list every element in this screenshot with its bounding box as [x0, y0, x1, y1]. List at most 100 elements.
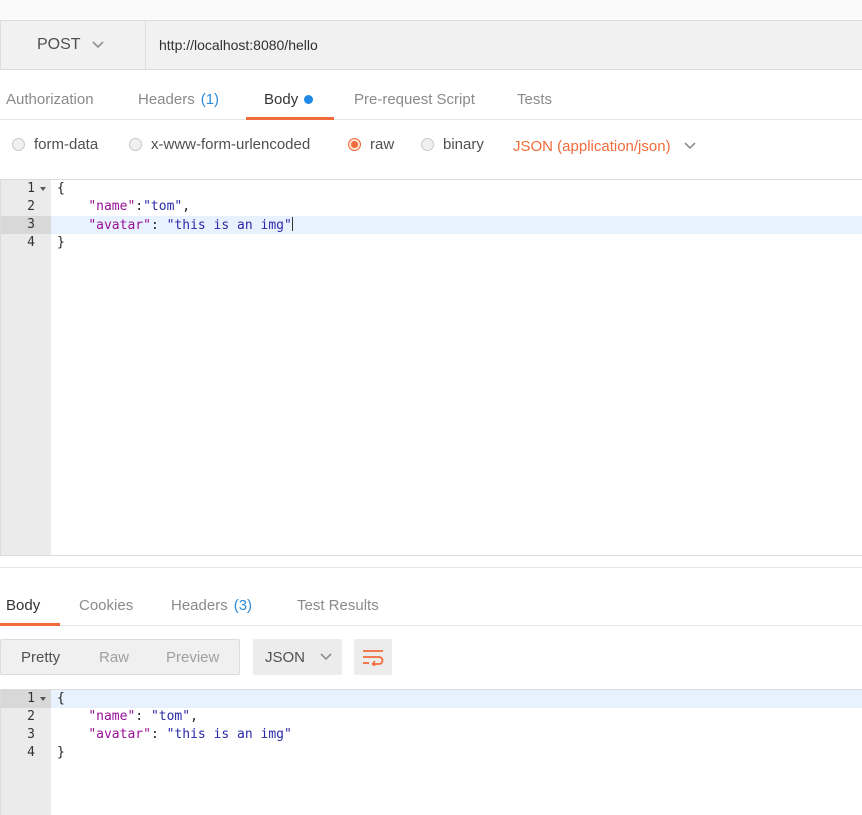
json-colon: :	[135, 199, 144, 214]
line-number: 4	[27, 235, 35, 250]
code-text: "name":"tom",	[57, 199, 190, 214]
tab-label: Pre-request Script	[354, 91, 475, 108]
tab-label: Test Results	[297, 596, 379, 614]
json-key: "name"	[88, 199, 136, 214]
json-colon: :	[150, 727, 167, 742]
code-text: }	[57, 745, 65, 760]
view-raw-button[interactable]: Raw	[99, 649, 129, 666]
fold-arrow-icon[interactable]	[40, 697, 46, 701]
tab-headers[interactable]: Headers (1)	[138, 80, 219, 119]
json-comma: ,	[190, 709, 198, 724]
request-tabs: Authorization Headers (1) Body Pre-reque…	[0, 80, 862, 120]
radio-circle-icon	[129, 137, 142, 151]
radio-raw[interactable]: raw	[348, 121, 394, 167]
format-label: JSON	[265, 648, 306, 666]
tab-label: Authorization	[6, 91, 94, 108]
radio-form-data[interactable]: form-data	[12, 121, 98, 167]
radio-label: form-data	[34, 135, 99, 153]
chevron-down-icon	[320, 653, 332, 661]
radio-binary[interactable]: binary	[421, 121, 484, 167]
radio-circle-icon	[421, 137, 434, 151]
json-key: "avatar"	[88, 218, 151, 233]
top-strip	[0, 0, 862, 20]
code-line: 2 "name": "tom",	[1, 708, 862, 726]
tab-tests[interactable]: Tests	[517, 80, 552, 119]
radio-label: x-www-form-urlencoded	[151, 135, 311, 153]
format-dropdown[interactable]: JSON	[253, 639, 342, 675]
code-text: }	[57, 235, 65, 250]
code-line: 3 "avatar": "this is an img"	[1, 726, 862, 744]
method-dropdown[interactable]: POST	[1, 21, 146, 69]
radio-circle-icon	[12, 137, 25, 151]
view-mode-group: Pretty Raw Preview	[0, 639, 240, 675]
line-number: 2	[27, 199, 35, 214]
json-key: "avatar"	[88, 727, 151, 742]
tab-label: Headers	[171, 596, 228, 614]
code-line: 4 }	[1, 744, 862, 762]
response-body-viewer[interactable]: 1 { 2 "name": "tom", 3 "avatar": "this i…	[0, 689, 862, 815]
radio-label: raw	[370, 135, 395, 153]
code-line: 1 {	[1, 180, 862, 198]
code-text: {	[57, 181, 65, 196]
tab-label: Cookies	[79, 596, 134, 614]
url-input[interactable]: http://localhost:8080/hello	[159, 21, 849, 69]
code-text: "name": "tom",	[57, 709, 198, 724]
code-text: {	[57, 691, 65, 706]
content-type-dropdown[interactable]: JSON (application/json)	[513, 121, 697, 171]
tab-label: Tests	[517, 91, 553, 108]
view-preview-button[interactable]: Preview	[166, 649, 219, 666]
wrap-lines-button[interactable]	[354, 639, 392, 675]
line-number: 2	[27, 709, 35, 724]
code-line-active: 3 "avatar": "this is an img"	[1, 216, 862, 234]
content-type-label: JSON (application/json)	[513, 137, 671, 155]
tab-pre-request-script[interactable]: Pre-request Script	[354, 80, 475, 119]
chevron-down-icon	[91, 41, 104, 49]
tab-label: Body	[264, 91, 299, 108]
line-number: 3	[27, 217, 35, 232]
tab-body[interactable]: Body	[264, 80, 314, 119]
tab-response-body[interactable]: Body	[6, 585, 40, 625]
line-number: 1	[27, 691, 35, 706]
json-string: "this is an img"	[166, 218, 292, 233]
line-number: 1	[27, 181, 35, 196]
request-body-editor[interactable]: 1 { 2 "name":"tom", 3 "avatar": "this is…	[0, 179, 862, 556]
response-tabs: Body Cookies Headers (3) Test Results	[0, 585, 862, 626]
code-text: "avatar": "this is an img"	[57, 217, 293, 233]
active-tab-indicator	[246, 117, 334, 120]
radio-label: binary	[443, 135, 484, 153]
text-cursor	[291, 217, 293, 231]
json-colon: :	[150, 218, 167, 233]
tab-label: Headers	[138, 91, 195, 108]
section-divider	[0, 567, 862, 568]
json-key: "name"	[88, 709, 136, 724]
tab-label: Body	[6, 596, 41, 614]
code-line-active: 1 {	[1, 690, 862, 708]
chevron-down-icon	[684, 142, 696, 150]
request-url-bar: POST http://localhost:8080/hello	[0, 20, 862, 70]
headers-count: (1)	[200, 91, 220, 108]
modified-dot-icon	[304, 95, 314, 104]
line-number: 3	[27, 727, 35, 742]
line-number: 4	[27, 745, 35, 760]
json-string: "tom"	[143, 199, 183, 214]
json-colon: :	[135, 709, 151, 724]
code-text: "avatar": "this is an img"	[57, 727, 292, 742]
json-string: "tom"	[150, 709, 191, 724]
code-line: 2 "name":"tom",	[1, 198, 862, 216]
headers-count: (3)	[233, 596, 253, 614]
method-label: POST	[37, 36, 81, 53]
radio-x-www-form-urlencoded[interactable]: x-www-form-urlencoded	[129, 121, 310, 167]
tab-cookies[interactable]: Cookies	[79, 585, 133, 625]
view-pretty-button[interactable]: Pretty	[21, 649, 60, 666]
active-tab-indicator	[0, 623, 60, 626]
radio-selected-icon	[348, 137, 361, 151]
fold-arrow-icon[interactable]	[40, 187, 46, 191]
body-type-selector: form-data x-www-form-urlencoded raw bina…	[0, 121, 862, 179]
code-line: 4 }	[1, 234, 862, 252]
tab-test-results[interactable]: Test Results	[297, 585, 379, 625]
json-comma: ,	[182, 199, 191, 214]
tab-authorization[interactable]: Authorization	[6, 80, 94, 119]
wrap-lines-icon	[363, 650, 384, 666]
tab-response-headers[interactable]: Headers (3)	[171, 585, 252, 625]
json-string: "this is an img"	[166, 727, 292, 742]
